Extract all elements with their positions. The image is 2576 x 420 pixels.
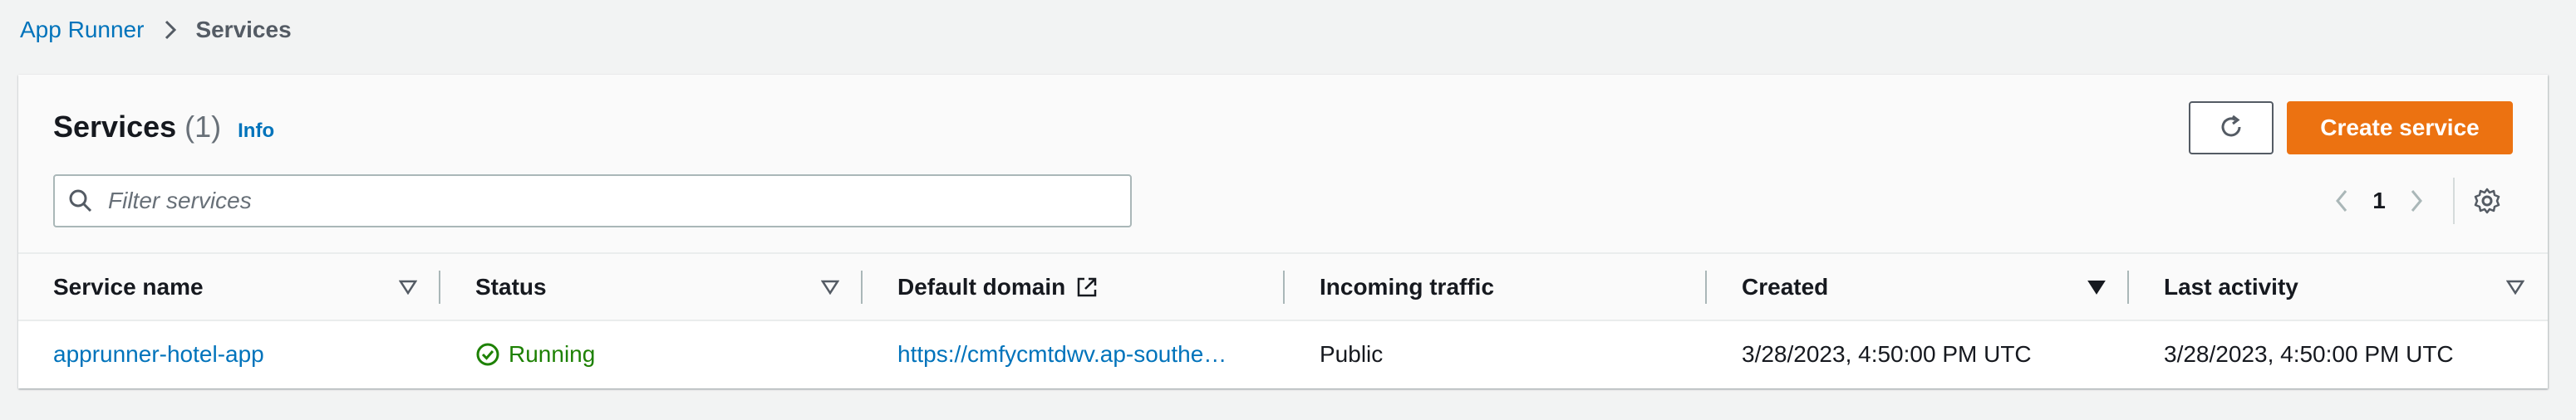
cell-status: Running [440,320,863,387]
cell-default-domain[interactable]: https://cmfycmtdwv.ap-southe… [863,320,1285,387]
previous-page-button[interactable] [2325,188,2358,213]
status-text: Running [509,340,596,367]
chevron-left-icon [2336,190,2347,212]
check-circle-icon [476,343,499,365]
table-row: apprunner-hotel-app Running https://cmfy… [18,320,2548,387]
sort-caret-icon [821,280,839,295]
panel-header: Services (1) Info Create service Filter … [18,75,2548,254]
create-service-button[interactable]: Create service [2287,101,2513,154]
table-header-row: Service name Status Default domain Incom… [18,254,2548,321]
chevron-right-icon [2411,190,2422,212]
filter-services-input[interactable] [108,188,1105,214]
column-label: Created [1742,273,1829,300]
cell-incoming-traffic: Public [1320,340,1384,367]
sort-caret-icon [399,280,417,295]
cell-created: 3/28/2023, 4:50:00 PM UTC [1742,340,2032,367]
default-domain-link[interactable]: https://cmfycmtdwv.ap-southe… [897,341,1263,368]
page-title: Services (1) Info [53,110,274,144]
column-label: Service name [53,273,204,300]
refresh-icon [2217,113,2245,144]
info-link[interactable]: Info [238,120,274,143]
breadcrumb-app-runner-link[interactable]: App Runner [20,17,144,43]
services-table: Service name Status Default domain Incom… [18,254,2548,387]
external-link-icon [1077,277,1097,296]
status-badge: Running [475,341,863,368]
page-number[interactable]: 1 [2358,188,2400,214]
next-page-button[interactable] [2400,188,2433,213]
refresh-button[interactable] [2189,101,2274,154]
service-name-link[interactable]: apprunner-hotel-app [53,341,264,367]
panel-title-text: Services [53,110,177,144]
breadcrumb: App Runner Services [20,15,292,45]
cell-last-activity: 3/28/2023, 4:50:00 PM UTC [2164,340,2454,367]
services-count: (1) [184,110,222,144]
column-label: Status [475,273,547,300]
breadcrumb-current: Services [195,17,292,42]
services-panel: Services (1) Info Create service Filter … [18,75,2548,388]
column-label: Incoming traffic [1320,273,1495,300]
chevron-right-icon [164,19,177,41]
column-header-last-activity[interactable]: Last activity [2129,254,2548,321]
column-header-service-name[interactable]: Service name [18,254,440,321]
column-header-created[interactable]: Created [1707,254,2129,321]
sort-caret-icon [2506,280,2524,295]
column-header-status[interactable]: Status [440,254,863,321]
gear-icon[interactable] [2473,187,2501,215]
filter-box [53,174,1132,227]
column-label: Default domain [897,273,1066,300]
pagination: 1 [2325,178,2501,224]
column-header-incoming-traffic: Incoming traffic [1285,254,1707,321]
column-label: Last activity [2164,273,2298,300]
search-icon [68,188,93,213]
sort-descending-icon [2087,280,2106,295]
column-header-default-domain: Default domain [863,254,1285,321]
pagination-divider [2453,178,2455,224]
cell-service-name[interactable]: apprunner-hotel-app [18,320,440,387]
